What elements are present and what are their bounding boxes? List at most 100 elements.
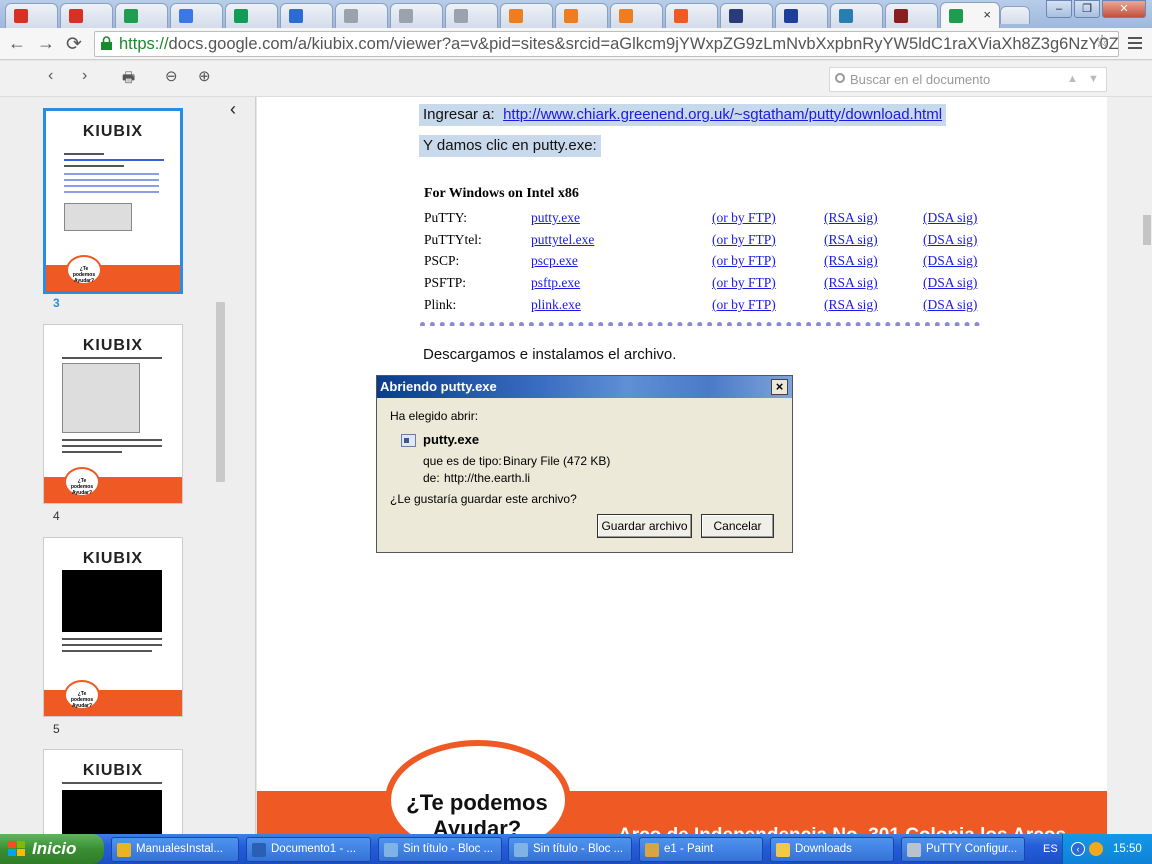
maximize-button[interactable]: ❐ <box>1074 0 1100 18</box>
dialog-from-label: de: <box>423 471 440 485</box>
thumbnail-scrollbar[interactable] <box>216 302 225 482</box>
row-file-link[interactable]: psftp.exe <box>531 275 580 291</box>
document-search-input[interactable]: Buscar en el documento ▲ ▼ <box>829 67 1107 92</box>
drive-icon <box>949 8 963 23</box>
url-input[interactable]: https://docs.google.com/a/kiubix.com/vie… <box>94 31 1119 57</box>
row-rsa-link[interactable]: (RSA sig) <box>824 275 878 291</box>
search-prev-icon[interactable]: ▲ <box>1067 68 1078 91</box>
dialog-titlebar: Abriendo putty.exe × <box>377 376 792 398</box>
page-number: 5 <box>53 722 60 736</box>
row-ftp-link[interactable]: (or by FTP) <box>712 210 776 226</box>
dialog-close-button[interactable]: × <box>771 379 788 395</box>
row-rsa-link[interactable]: (RSA sig) <box>824 297 878 313</box>
row-dsa-link[interactable]: (DSA sig) <box>923 297 977 313</box>
url-scheme: https:// <box>119 35 169 53</box>
start-label: Inicio <box>32 839 77 858</box>
browser-tab[interactable] <box>170 3 223 28</box>
dialog-type-value: Binary File (472 KB) <box>503 454 611 468</box>
putty-download-link[interactable]: http://www.chiark.greenend.org.uk/~sgtat… <box>503 106 942 123</box>
new-tab-button[interactable] <box>1000 6 1030 24</box>
row-dsa-link[interactable]: (DSA sig) <box>923 232 977 248</box>
browser-tab[interactable] <box>665 3 718 28</box>
row-file-link[interactable]: pscp.exe <box>531 253 578 269</box>
close-window-button[interactable]: ✕ <box>1102 0 1146 18</box>
taskbar-item[interactable]: e1 - Paint <box>639 837 763 862</box>
cropped-row <box>420 320 980 326</box>
menu-icon[interactable] <box>1128 34 1142 52</box>
save-file-button[interactable]: Guardar archivo <box>597 514 692 538</box>
row-file-link[interactable]: puttytel.exe <box>531 232 594 248</box>
taskbar-item[interactable]: PuTTY Configur... <box>901 837 1025 862</box>
tray-arrow-icon[interactable]: ‹ <box>1071 842 1085 856</box>
browser-tab[interactable] <box>885 3 938 28</box>
browser-tab[interactable] <box>335 3 388 28</box>
close-tab-icon[interactable]: × <box>983 7 991 22</box>
page-thumbnail[interactable]: KIUBIX ¿Te podemos Ayudar? <box>43 537 183 717</box>
descargamos-text: Descargamos e instalamos el archivo. <box>423 346 677 363</box>
browser-tab[interactable] <box>5 3 58 28</box>
row-ftp-link[interactable]: (or by FTP) <box>712 297 776 313</box>
reload-icon[interactable]: ⟳ <box>66 33 82 56</box>
browser-tab[interactable] <box>280 3 333 28</box>
page-thumbnail[interactable]: KIUBIX ¿Te podemos Ayudar? <box>43 324 183 504</box>
print-icon[interactable]: 🖶 <box>122 67 135 91</box>
row-dsa-link[interactable]: (DSA sig) <box>923 275 977 291</box>
language-indicator[interactable]: ES <box>1043 834 1058 864</box>
collapse-panel-icon[interactable]: ‹ <box>230 99 236 120</box>
document-scrollbar[interactable] <box>1107 97 1152 834</box>
browser-tab[interactable] <box>390 3 443 28</box>
row-file-link[interactable]: putty.exe <box>531 210 580 226</box>
kiubix-x-icon <box>674 9 688 23</box>
taskbar-item[interactable]: Downloads <box>770 837 894 862</box>
row-rsa-link[interactable]: (RSA sig) <box>824 232 878 248</box>
forward-icon[interactable]: → <box>37 33 55 54</box>
row-dsa-link[interactable]: (DSA sig) <box>923 210 977 226</box>
taskbar-item-label: Documento1 - ... <box>271 843 357 855</box>
windows-heading: For Windows on Intel x86 <box>424 186 579 201</box>
next-page-icon[interactable]: › <box>82 67 87 85</box>
browser-tab[interactable] <box>445 3 498 28</box>
row-ftp-link[interactable]: (or by FTP) <box>712 275 776 291</box>
tray-app-icon[interactable] <box>1089 842 1103 856</box>
browser-tab[interactable] <box>775 3 828 28</box>
browser-tab[interactable] <box>60 3 113 28</box>
minimize-button[interactable]: – <box>1046 0 1072 18</box>
page-number: 3 <box>53 296 60 310</box>
row-file-link[interactable]: plink.exe <box>531 297 581 313</box>
page-thumbnail[interactable]: KIUBIX <box>43 749 183 834</box>
browser-tab[interactable]: × <box>940 2 1000 28</box>
search-next-icon[interactable]: ▼ <box>1088 68 1099 91</box>
star-icon[interactable]: ☆ <box>1094 31 1110 52</box>
browser-tab[interactable] <box>610 3 663 28</box>
browser-tab[interactable] <box>115 3 168 28</box>
browser-tab[interactable] <box>500 3 553 28</box>
red-square-icon <box>14 9 28 23</box>
browser-tab[interactable] <box>225 3 278 28</box>
cancel-button[interactable]: Cancelar <box>701 514 774 538</box>
cpanel-icon <box>509 9 523 23</box>
browser-tab[interactable] <box>555 3 608 28</box>
download-row: Plink: plink.exe (or by FTP) (RSA sig) (DSA … <box>424 297 984 317</box>
zoom-out-icon[interactable]: ⊖ <box>165 67 178 85</box>
zoom-in-icon[interactable]: ⊕ <box>198 67 211 85</box>
back-icon[interactable]: ← <box>8 33 26 54</box>
row-ftp-link[interactable]: (or by FTP) <box>712 232 776 248</box>
cpanel-icon <box>564 9 578 23</box>
download-row: PSCP: pscp.exe (or by FTP) (RSA sig) (DSA si… <box>424 253 984 273</box>
start-button[interactable]: Inicio <box>0 834 104 864</box>
page-thumbnail[interactable]: KIUBIX ¿Te podemos Ayudar? <box>43 108 183 294</box>
taskbar-item[interactable]: Sin título - Bloc ... <box>508 837 632 862</box>
row-dsa-link[interactable]: (DSA sig) <box>923 253 977 269</box>
taskbar-item[interactable]: Documento1 - ... <box>246 837 371 862</box>
page-icon <box>454 9 468 23</box>
taskbar-item[interactable]: ManualesInstal... <box>111 837 239 862</box>
row-ftp-link[interactable]: (or by FTP) <box>712 253 776 269</box>
browser-tab[interactable] <box>720 3 773 28</box>
taskbar-item[interactable]: Sin título - Bloc ... <box>378 837 502 862</box>
prev-page-icon[interactable]: ‹ <box>48 67 53 85</box>
browser-tab[interactable] <box>830 3 883 28</box>
page-icon <box>344 9 358 23</box>
dialog-question: ¿Le gustaría guardar este archivo? <box>390 492 577 506</box>
row-rsa-link[interactable]: (RSA sig) <box>824 210 878 226</box>
row-rsa-link[interactable]: (RSA sig) <box>824 253 878 269</box>
